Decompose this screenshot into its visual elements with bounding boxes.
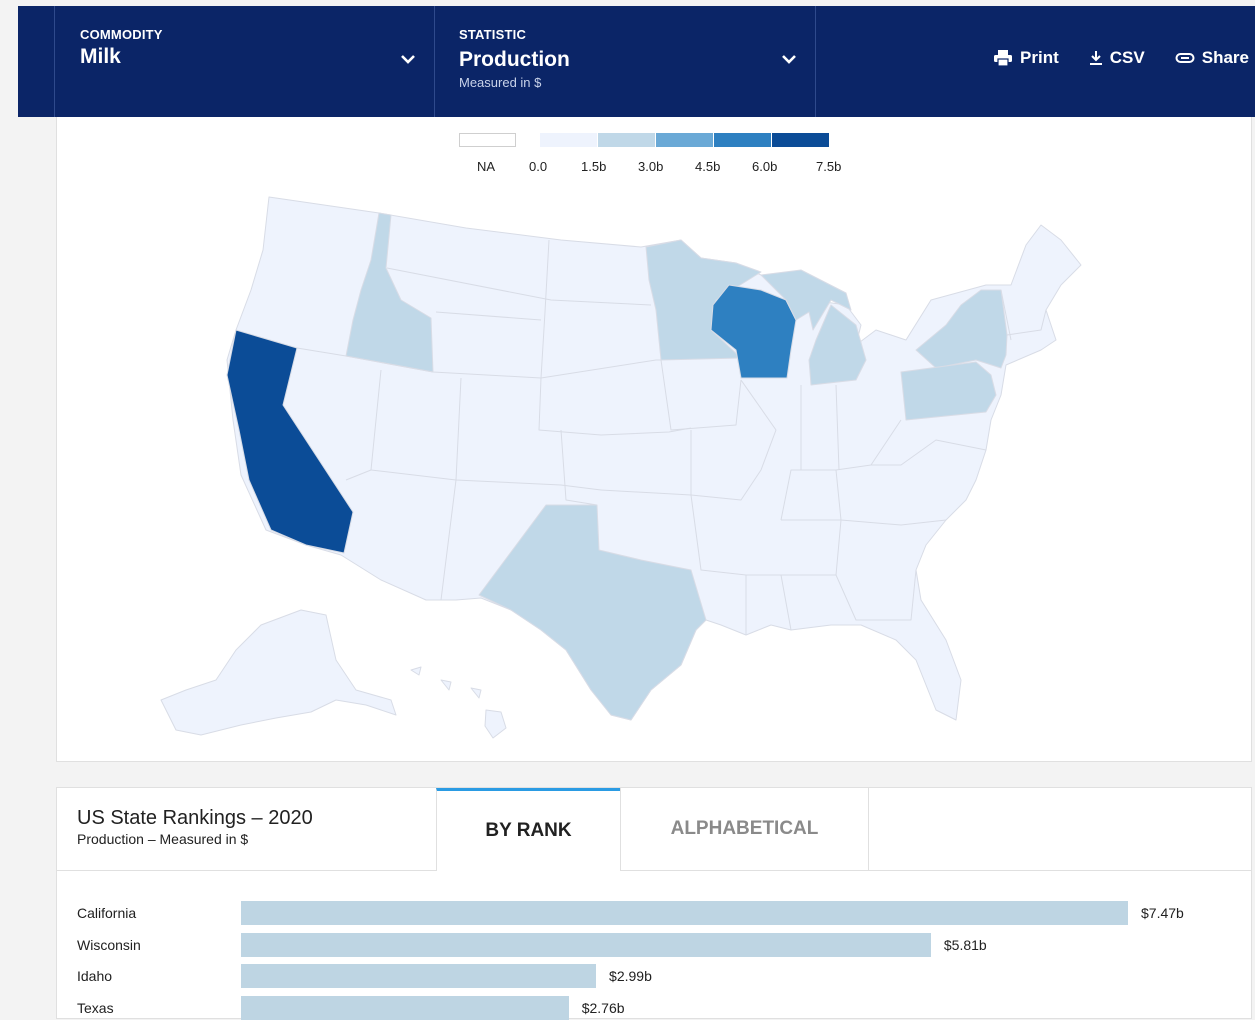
rankings-panel: US State Rankings – 2020 Production – Me… [56,787,1252,1020]
ranking-state-name: Wisconsin [77,936,141,953]
print-button[interactable]: Print [993,48,1059,68]
ranking-row[interactable]: Idaho $2.99b [57,964,1251,988]
divider [868,870,1251,871]
rankings-subtitle: Production – Measured in $ [77,831,249,847]
state-pennsylvania [900,361,997,421]
statistic-unit: Measured in $ [459,75,542,90]
csv-label: CSV [1109,48,1145,67]
ranking-bar [241,901,1128,925]
chevron-down-icon[interactable] [400,51,416,67]
share-label: Share [1201,48,1249,67]
state-alaska [160,609,397,736]
tab-alphabetical[interactable]: ALPHABETICAL [620,788,869,871]
top-bar: COMMODITY Milk STATISTIC Production Meas… [18,6,1255,117]
download-icon [1089,51,1102,65]
ranking-value-label: $5.81b [943,936,987,953]
ranking-row[interactable]: California $7.47b [57,901,1251,925]
map-panel: NA 0.0 1.5b 3.0b 4.5b 6.0b 7.5b [56,117,1252,762]
statistic-value: Production [459,48,570,71]
csv-download-button[interactable]: CSV [1089,48,1145,68]
state-hawaii [410,666,507,739]
ranking-value-label: $2.99b [609,968,652,984]
print-label: Print [1020,48,1059,67]
ranking-value-label: $2.76b [581,999,625,1016]
ranking-bar [241,995,569,1020]
ranking-state-name: Idaho [77,968,113,984]
statistic-label: STATISTIC [459,27,527,42]
ranking-value-label: $7.47b [1141,905,1184,921]
commodity-value: Milk [80,45,121,68]
rankings-title: US State Rankings – 2020 [77,807,313,829]
link-icon [1175,53,1195,63]
tab-by-rank[interactable]: BY RANK [436,788,621,871]
commodity-label: COMMODITY [80,27,163,42]
printer-icon [994,50,1013,67]
share-button[interactable]: Share [1175,48,1249,68]
ranking-row[interactable]: Wisconsin $5.81b [57,932,1251,957]
ranking-bar [241,964,597,988]
chevron-down-icon[interactable] [781,51,797,67]
us-choropleth-map [160,196,1082,739]
divider [57,870,436,871]
ranking-state-name: California [77,905,137,921]
ranking-state-name: Texas [77,999,114,1016]
toolbar-actions: Print CSV Share [993,48,1249,68]
commodity-select[interactable]: COMMODITY Milk [54,6,435,117]
ranking-bar [241,932,931,957]
statistic-select[interactable]: STATISTIC Production Measured in $ [434,6,816,117]
ranking-row[interactable]: Texas $2.76b [57,995,1251,1020]
